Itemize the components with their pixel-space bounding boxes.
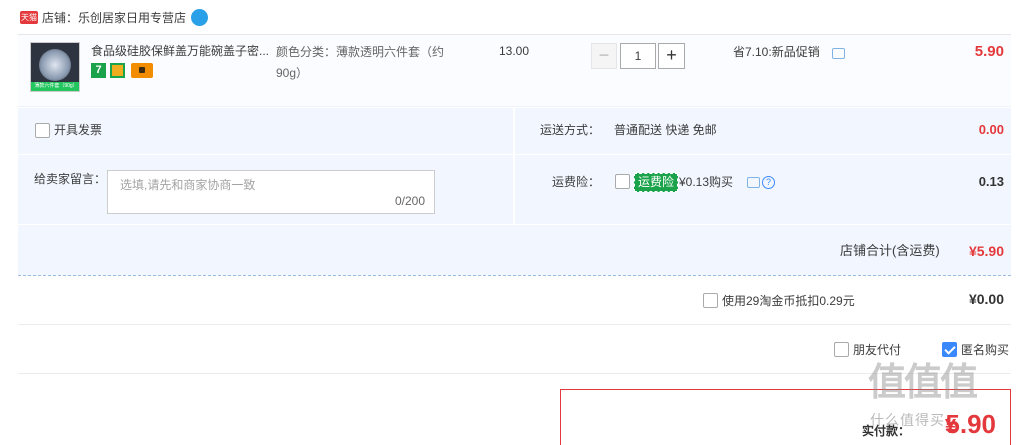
anonymous-buy-label[interactable]: 匿名购买	[961, 341, 1009, 359]
friend-pay-checkbox[interactable]	[834, 342, 849, 357]
row-divider	[18, 324, 1011, 325]
wangwang-chat-icon[interactable]	[191, 9, 208, 26]
item-promo: 省7.10:新品促销	[733, 45, 820, 59]
insurance-label: 运费险：	[552, 175, 601, 189]
thumbnail-caption: 薄款六件套（90g）	[31, 82, 79, 91]
shipping-method: 普通配送 快递 免邮	[614, 123, 717, 137]
item-subtotal: 5.90	[974, 43, 1004, 60]
quantity-input[interactable]: 1	[620, 43, 656, 69]
shop-name[interactable]: 店铺：乐创居家日用专营店	[42, 9, 186, 27]
item-thumbnail[interactable]: 薄款六件套（90g）	[30, 42, 80, 92]
memo-char-count: 0/200	[394, 194, 425, 208]
product-image	[39, 49, 71, 81]
tmall-logo: 天猫	[20, 11, 38, 24]
insurance-info: ?	[747, 176, 775, 190]
quantity-increase-button[interactable]: +	[658, 43, 685, 69]
anonymous-buy-checkbox[interactable]	[942, 342, 957, 357]
memo-textarea[interactable]: 选填,请先和商家协商一致 0/200	[107, 170, 435, 214]
credit-card-icon[interactable]	[131, 63, 153, 78]
site-watermark-sub: 什么值得买	[870, 412, 945, 428]
options-divider	[18, 154, 1011, 155]
insurance-amount: 0.13	[978, 174, 1004, 189]
friend-pay-label[interactable]: 朋友代付	[853, 341, 901, 359]
insurance-checkbox[interactable]	[615, 174, 630, 189]
insurance-price: ¥0.13购买	[679, 175, 734, 189]
help-question-icon[interactable]: ?	[762, 176, 775, 189]
promo-message-icon[interactable]	[832, 48, 845, 59]
shipping-fee: 0.00	[978, 122, 1004, 137]
invoice-label[interactable]: 开具发票	[54, 121, 102, 139]
guarantee-icon[interactable]	[110, 63, 125, 78]
memo-label: 给卖家留言：	[34, 172, 107, 186]
item-title-link[interactable]: 食品级硅胶保鲜盖万能碗盖子密...	[91, 42, 273, 60]
site-watermark: 值值值	[868, 362, 978, 404]
coin-deduction-label[interactable]: 使用29淘金币抵扣0.29元	[722, 292, 855, 310]
item-unit-price: 13.00	[499, 44, 530, 58]
seven-day-return-icon[interactable]: 7	[91, 63, 106, 78]
shop-total-amount: ¥5.90	[968, 243, 1004, 259]
shipping-label: 运送方式：	[540, 123, 601, 137]
final-payment-amount: 5.90	[945, 409, 996, 439]
invoice-checkbox[interactable]	[35, 123, 50, 138]
insurance-message-icon[interactable]	[747, 177, 760, 188]
insurance-badge: 运费险	[634, 173, 679, 192]
quantity-decrease-button[interactable]: −	[591, 43, 617, 69]
coin-deduction-amount: ¥0.00	[968, 291, 1004, 307]
row-divider	[18, 373, 1011, 374]
shop-total-label: 店铺合计(含运费)	[840, 243, 940, 258]
coin-checkbox[interactable]	[703, 293, 718, 308]
memo-placeholder: 选填,请先和商家协商一致	[120, 178, 256, 192]
item-sku: 颜色分类：薄款透明六件套（约90g）	[276, 45, 445, 80]
